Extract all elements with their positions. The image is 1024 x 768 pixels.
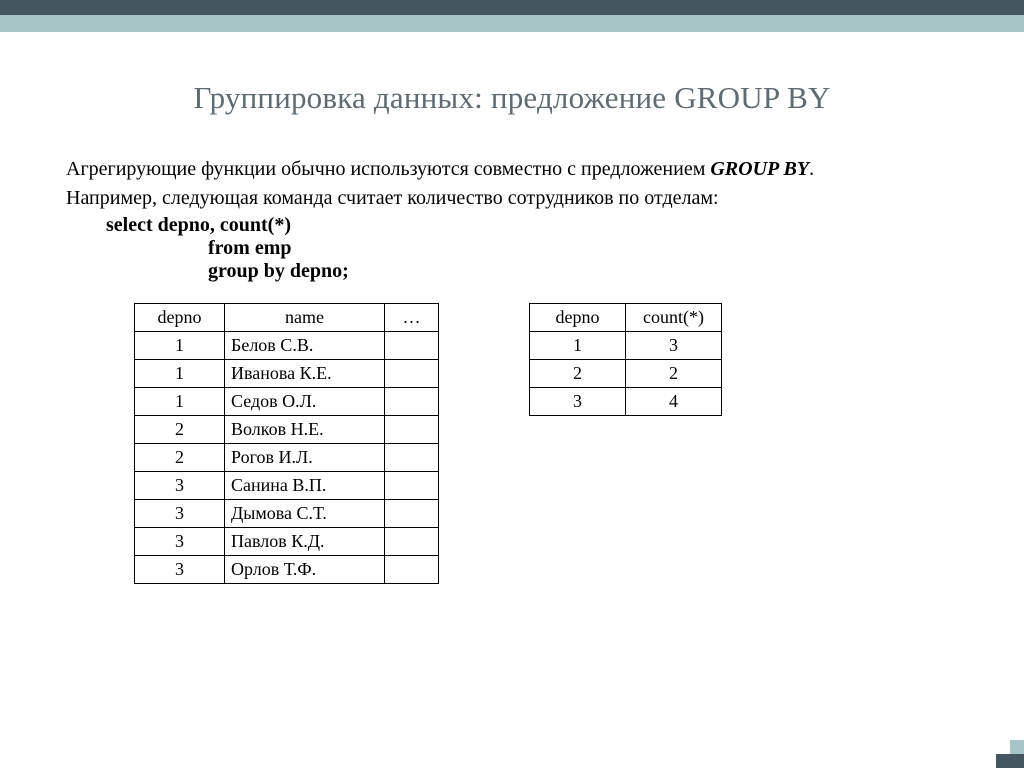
result-table: depno count(*) 13 22 34	[529, 303, 722, 416]
cell-extra	[385, 332, 439, 360]
cell-count: 3	[626, 332, 722, 360]
cell-extra	[385, 416, 439, 444]
cell-extra	[385, 388, 439, 416]
band-dark	[0, 0, 1024, 15]
table-row: 2Рогов И.Л.	[135, 444, 439, 472]
cell-depno: 3	[530, 388, 626, 416]
cell-extra	[385, 360, 439, 388]
cell-depno: 2	[135, 444, 225, 472]
emp-header-ellipsis: …	[385, 304, 439, 332]
emp-header-depno: depno	[135, 304, 225, 332]
cell-count: 4	[626, 388, 722, 416]
paragraph-1: Агрегирующие функции обычно используются…	[66, 156, 958, 183]
cell-depno: 1	[135, 332, 225, 360]
result-table-body: 13 22 34	[530, 332, 722, 416]
table-row: 2Волков Н.Е.	[135, 416, 439, 444]
cell-depno: 1	[530, 332, 626, 360]
cell-extra	[385, 444, 439, 472]
cell-depno: 1	[135, 360, 225, 388]
cell-depno: 3	[135, 500, 225, 528]
band-light	[0, 15, 1024, 32]
cell-count: 2	[626, 360, 722, 388]
result-header-depno: depno	[530, 304, 626, 332]
cell-depno: 3	[135, 528, 225, 556]
cell-name: Белов С.В.	[225, 332, 385, 360]
paragraph-2: Например, следующая команда считает коли…	[66, 185, 958, 212]
tables-row: depno name … 1Белов С.В. 1Иванова К.Е. 1…	[134, 303, 958, 584]
table-row: 3Орлов Т.Ф.	[135, 556, 439, 584]
cell-depno: 3	[135, 556, 225, 584]
cell-extra	[385, 500, 439, 528]
cell-extra	[385, 528, 439, 556]
table-row: 1Седов О.Л.	[135, 388, 439, 416]
cell-name: Павлов К.Д.	[225, 528, 385, 556]
cell-name: Орлов Т.Ф.	[225, 556, 385, 584]
table-row: 3Павлов К.Д.	[135, 528, 439, 556]
emp-table: depno name … 1Белов С.В. 1Иванова К.Е. 1…	[134, 303, 439, 584]
top-band	[0, 0, 1024, 32]
cell-name: Дымова С.Т.	[225, 500, 385, 528]
para1-text-c: .	[809, 158, 814, 180]
emp-table-body: 1Белов С.В. 1Иванова К.Е. 1Седов О.Л. 2В…	[135, 332, 439, 584]
sql-line-2: from emp	[208, 237, 958, 260]
table-row: 13	[530, 332, 722, 360]
cell-depno: 1	[135, 388, 225, 416]
cell-name: Седов О.Л.	[225, 388, 385, 416]
slide-content: Группировка данных: предложение GROUP BY…	[0, 32, 1024, 584]
table-row: 1Белов С.В.	[135, 332, 439, 360]
cell-name: Санина В.П.	[225, 472, 385, 500]
slide-title: Группировка данных: предложение GROUP BY	[66, 80, 958, 116]
sql-line-3: group by depno;	[208, 260, 958, 283]
sql-block: select depno, count(*) from emp group by…	[66, 214, 958, 283]
table-header-row: depno count(*)	[530, 304, 722, 332]
cell-extra	[385, 556, 439, 584]
table-row: 3Санина В.П.	[135, 472, 439, 500]
cell-name: Иванова К.Е.	[225, 360, 385, 388]
cell-name: Рогов И.Л.	[225, 444, 385, 472]
bottom-accent	[996, 740, 1024, 768]
cell-name: Волков Н.Е.	[225, 416, 385, 444]
table-header-row: depno name …	[135, 304, 439, 332]
para1-groupby: GROUP BY	[710, 158, 809, 180]
table-row: 1Иванова К.Е.	[135, 360, 439, 388]
table-row: 22	[530, 360, 722, 388]
table-row: 34	[530, 388, 722, 416]
table-row: 3Дымова С.Т.	[135, 500, 439, 528]
cell-depno: 3	[135, 472, 225, 500]
para1-text-a: Агрегирующие функции обычно используются…	[66, 158, 710, 180]
result-header-count: count(*)	[626, 304, 722, 332]
cell-extra	[385, 472, 439, 500]
emp-header-name: name	[225, 304, 385, 332]
cell-depno: 2	[135, 416, 225, 444]
cell-depno: 2	[530, 360, 626, 388]
sql-line-1: select depno, count(*)	[106, 214, 958, 237]
